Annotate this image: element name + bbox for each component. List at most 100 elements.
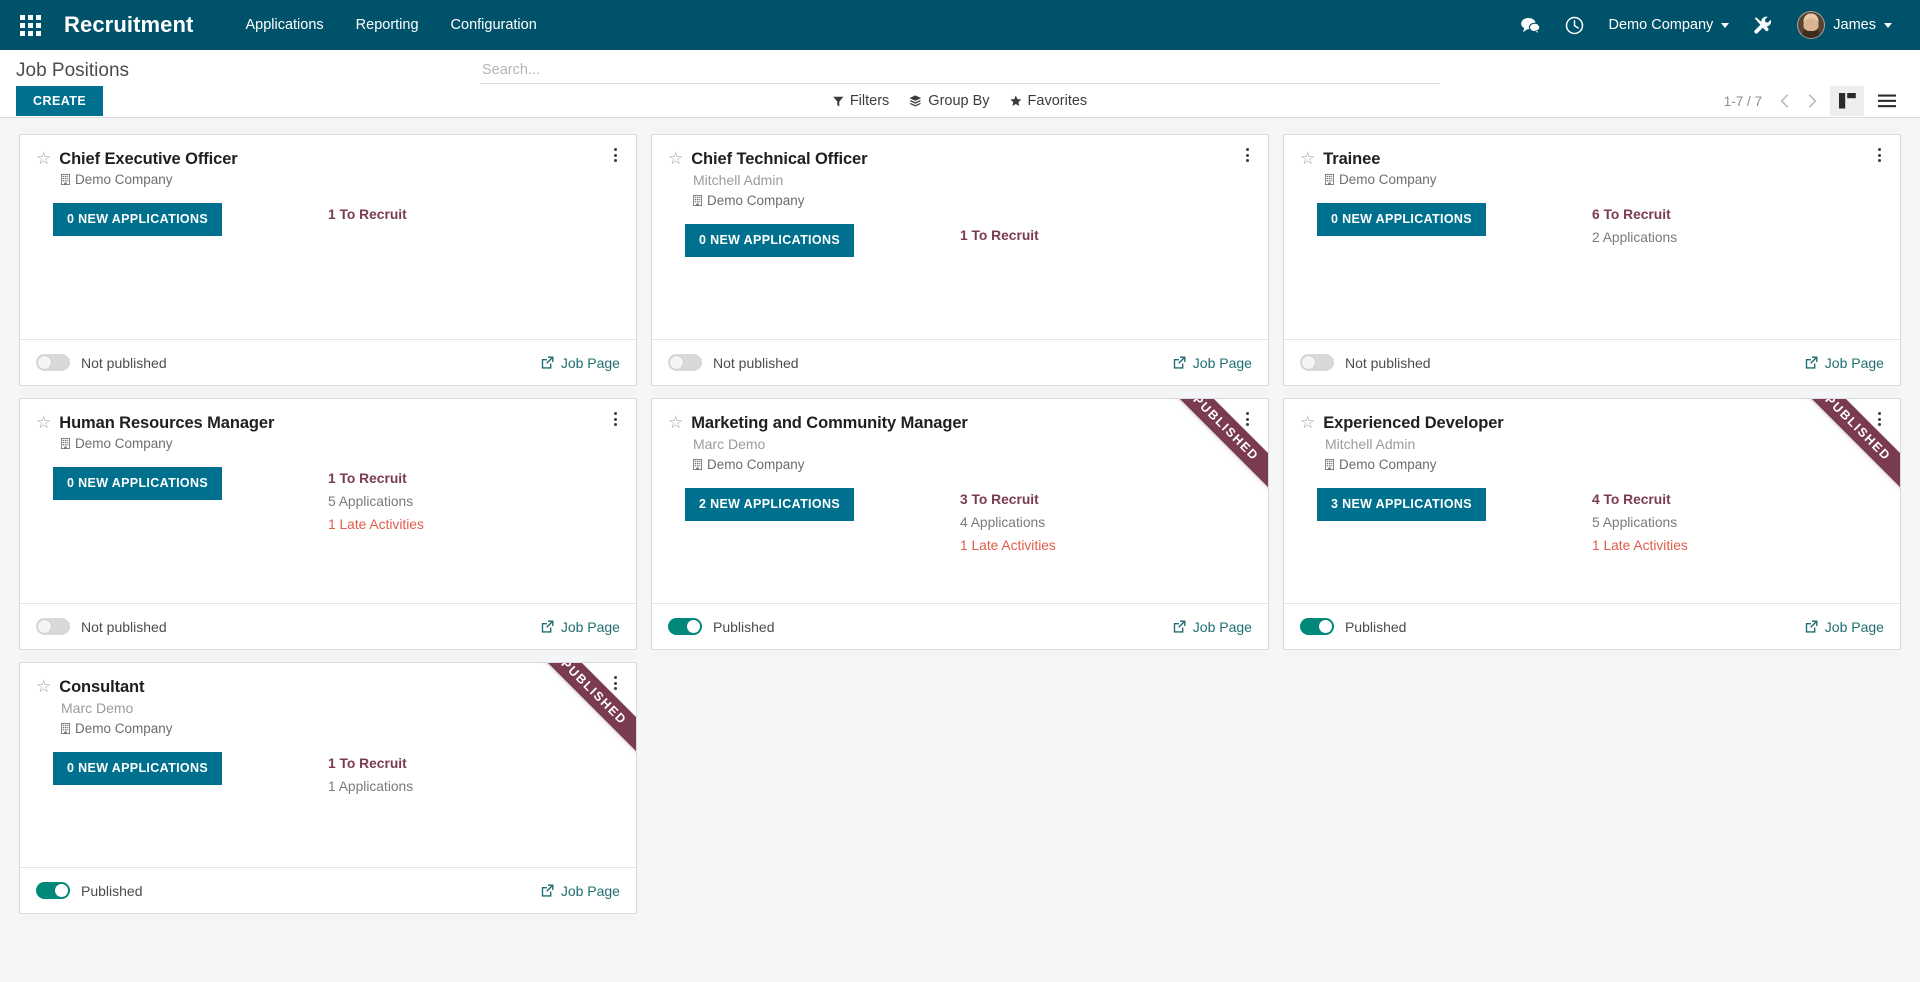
kanban-cell: PUBLISHED ☆ Consultant Marc Demo Demo Co… <box>12 656 644 920</box>
job-title: Chief Executive Officer <box>59 150 238 168</box>
publish-toggle[interactable] <box>667 618 702 635</box>
late-activities-stat[interactable]: 1 Late Activities <box>960 534 1252 557</box>
external-link-icon <box>541 620 554 633</box>
tools-icon[interactable] <box>1741 0 1785 50</box>
card-manage-button[interactable] <box>606 144 626 166</box>
applications-stat[interactable]: 5 Applications <box>328 490 620 513</box>
search-input[interactable] <box>480 60 1440 84</box>
new-applications-button[interactable]: 2 NEW APPLICATIONS <box>684 488 855 521</box>
publish-status-label: Published <box>1344 618 1407 635</box>
menu-applications[interactable]: Applications <box>229 0 339 50</box>
job-position-card[interactable]: PUBLISHED ☆ Marketing and Community Mana… <box>650 398 1269 650</box>
building-icon <box>61 723 70 734</box>
new-applications-button[interactable]: 0 NEW APPLICATIONS <box>1316 203 1486 236</box>
job-company: Demo Company <box>692 455 1252 474</box>
filters-dropdown[interactable]: Filters <box>823 89 899 113</box>
messages-icon[interactable] <box>1509 0 1553 50</box>
apps-grid-icon[interactable] <box>8 0 52 50</box>
card-manage-button[interactable] <box>1238 144 1258 166</box>
favorite-star-icon[interactable]: ☆ <box>36 149 51 168</box>
publish-toggle[interactable] <box>1299 354 1334 371</box>
job-position-card[interactable]: ☆ Human Resources Manager Demo Company 0… <box>19 398 637 650</box>
job-page-link[interactable]: Job Page <box>1173 355 1252 371</box>
new-applications-button[interactable]: 0 NEW APPLICATIONS <box>53 203 223 236</box>
new-applications-button[interactable]: 0 NEW APPLICATIONS <box>53 467 223 500</box>
job-page-link[interactable]: Job Page <box>1805 355 1884 371</box>
list-view-button[interactable] <box>1870 86 1904 116</box>
group-by-dropdown[interactable]: Group By <box>899 89 999 113</box>
job-company-label: Demo Company <box>1338 172 1437 187</box>
to-recruit-stat[interactable]: 1 To Recruit <box>328 203 620 226</box>
job-page-link[interactable]: Job Page <box>541 883 620 899</box>
app-brand-recruitment[interactable]: Recruitment <box>64 12 193 38</box>
menu-reporting[interactable]: Reporting <box>340 0 435 50</box>
applications-stat[interactable]: 4 Applications <box>960 511 1252 534</box>
favorites-dropdown[interactable]: Favorites <box>1000 89 1098 113</box>
chevron-down-icon <box>1721 22 1730 28</box>
pager-previous-button[interactable] <box>1772 88 1796 114</box>
job-page-link[interactable]: Job Page <box>541 355 620 371</box>
user-menu[interactable]: James <box>1785 0 1904 50</box>
pager-counter[interactable]: 1-7 / 7 <box>1724 94 1762 109</box>
job-position-card[interactable]: PUBLISHED ☆ Experienced Developer Mitche… <box>1282 398 1901 650</box>
kanban-view-button[interactable] <box>1830 86 1864 116</box>
applications-stat[interactable]: 1 Applications <box>328 775 620 798</box>
create-button[interactable]: CREATE <box>16 85 104 117</box>
job-page-label: Job Page <box>1824 354 1884 371</box>
late-activities-stat[interactable]: 1 Late Activities <box>328 513 620 536</box>
pager-next-button[interactable] <box>1800 88 1824 114</box>
to-recruit-stat[interactable]: 1 To Recruit <box>328 467 620 490</box>
card-manage-button[interactable] <box>606 672 626 694</box>
card-manage-button[interactable] <box>1870 408 1890 430</box>
job-position-card[interactable]: ☆ Chief Technical Officer Mitchell Admin… <box>650 134 1269 386</box>
late-activities-stat[interactable]: 1 Late Activities <box>1592 534 1884 557</box>
favorite-star-icon[interactable]: ☆ <box>1300 149 1315 168</box>
job-title: Human Resources Manager <box>59 414 275 432</box>
to-recruit-stat[interactable]: 1 To Recruit <box>960 224 1252 247</box>
company-switcher[interactable]: Demo Company <box>1597 0 1742 50</box>
publish-toggle[interactable] <box>36 618 70 635</box>
to-recruit-stat[interactable]: 4 To Recruit <box>1592 488 1884 511</box>
publish-toggle[interactable] <box>1299 618 1334 635</box>
building-icon <box>1324 459 1334 470</box>
favorite-star-icon[interactable]: ☆ <box>668 413 683 432</box>
card-title-row: ☆ Marketing and Community Manager <box>668 413 1252 433</box>
new-applications-button[interactable]: 3 NEW APPLICATIONS <box>1316 488 1486 521</box>
menu-configuration[interactable]: Configuration <box>435 0 553 50</box>
publish-status-label: Not published <box>81 354 167 371</box>
publish-toggle[interactable] <box>36 882 70 899</box>
job-page-link[interactable]: Job Page <box>1805 619 1884 635</box>
favorite-star-icon[interactable]: ☆ <box>36 677 51 696</box>
applications-stat[interactable]: 2 Applications <box>1592 226 1884 249</box>
publish-toggle[interactable] <box>36 354 70 371</box>
card-middle-left: 0 NEW APPLICATIONS <box>668 224 960 257</box>
card-footer: Not published Job Page <box>1283 339 1900 385</box>
card-manage-button[interactable] <box>606 408 626 430</box>
job-company-label: Demo Company <box>75 721 173 736</box>
to-recruit-stat[interactable]: 6 To Recruit <box>1592 203 1884 226</box>
building-icon <box>692 459 702 470</box>
card-manage-button[interactable] <box>1238 408 1258 430</box>
to-recruit-stat[interactable]: 3 To Recruit <box>960 488 1252 511</box>
job-page-link[interactable]: Job Page <box>1173 619 1252 635</box>
card-manage-button[interactable] <box>1870 144 1890 166</box>
job-position-card[interactable]: ☆ Chief Executive Officer Demo Company 0… <box>19 134 637 386</box>
favorite-star-icon[interactable]: ☆ <box>668 149 683 168</box>
kanban-cell: ☆ Chief Executive Officer Demo Company 0… <box>12 128 644 392</box>
clock-icon[interactable] <box>1553 0 1597 50</box>
favorite-star-icon[interactable]: ☆ <box>1300 413 1315 432</box>
job-position-card[interactable]: PUBLISHED ☆ Consultant Marc Demo Demo Co… <box>19 662 637 914</box>
favorite-star-icon[interactable]: ☆ <box>36 413 51 432</box>
new-applications-button[interactable]: 0 NEW APPLICATIONS <box>53 752 223 785</box>
card-title-row: ☆ Experienced Developer <box>1300 413 1884 433</box>
new-applications-button[interactable]: 0 NEW APPLICATIONS <box>684 224 855 257</box>
job-position-card[interactable]: ☆ Trainee Demo Company 0 NEW APPLICATION… <box>1282 134 1901 386</box>
to-recruit-stat[interactable]: 1 To Recruit <box>328 752 620 775</box>
search-dropdown-menus: Filters Group By Favorites <box>823 89 1097 113</box>
external-link-icon <box>541 884 554 897</box>
applications-stat[interactable]: 5 Applications <box>1592 511 1884 534</box>
card-middle-left: 2 NEW APPLICATIONS <box>668 488 960 557</box>
publish-toggle[interactable] <box>667 354 702 371</box>
job-page-link[interactable]: Job Page <box>541 619 620 635</box>
card-footer: Published Job Page <box>20 867 636 913</box>
